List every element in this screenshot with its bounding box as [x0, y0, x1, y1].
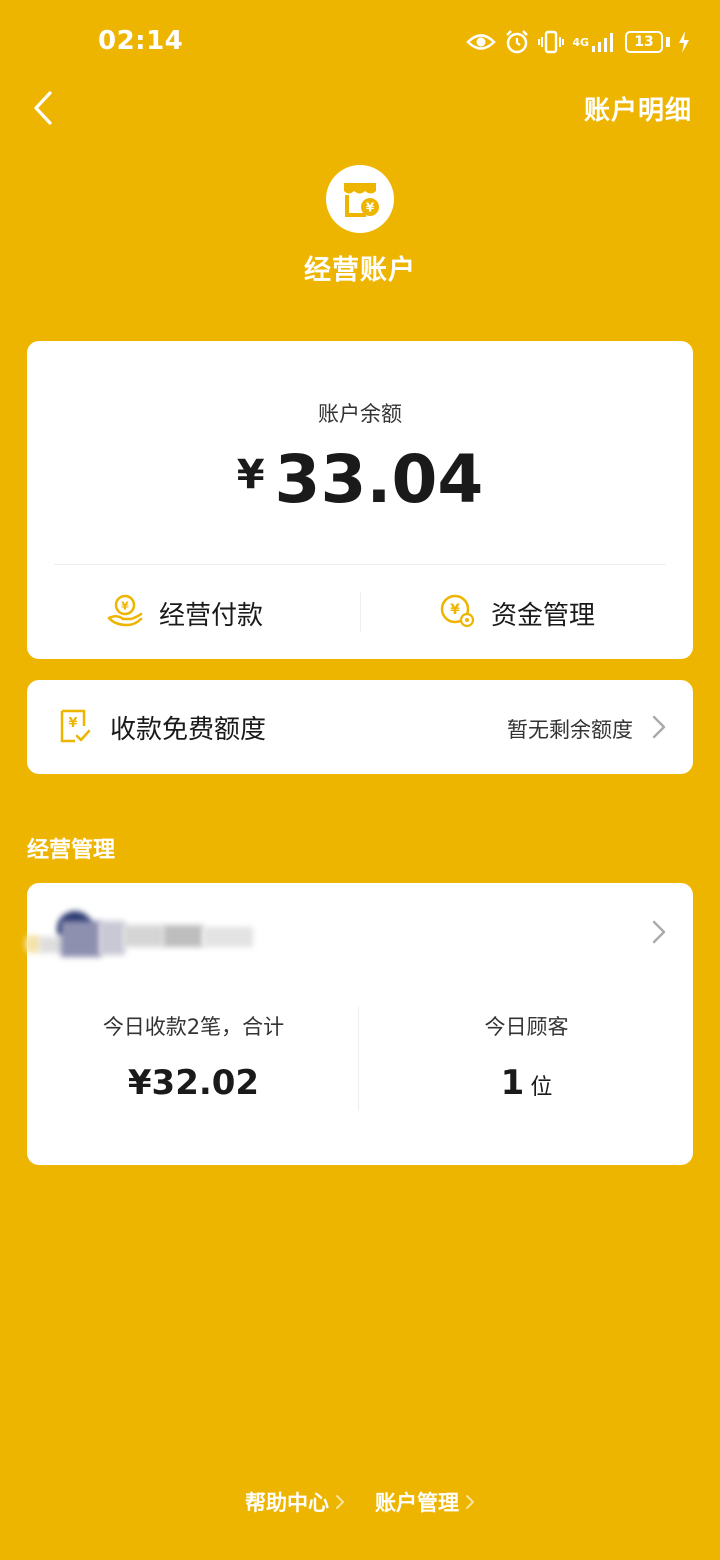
receipt-check-icon: ¥	[59, 708, 91, 748]
vibrate-icon	[538, 30, 565, 54]
business-payment-button[interactable]: ¥ 经营付款	[107, 591, 263, 635]
free-quota-row[interactable]: ¥ 收款免费额度 暂无剩余额度	[27, 680, 693, 774]
svg-text:¥: ¥	[121, 599, 129, 612]
section-title: 经营管理	[27, 838, 116, 863]
today-customers-unit: 位	[530, 1075, 553, 1100]
footer-links: 帮助中心 账户管理	[0, 1487, 720, 1517]
chevron-right-icon	[651, 919, 667, 949]
battery-icon: 13	[625, 31, 670, 53]
divider	[360, 592, 361, 632]
free-quota-status: 暂无剩余额度	[507, 718, 633, 742]
status-icons: 4G 13	[466, 26, 690, 58]
today-payments-stat: 今日收款2笔，合计 ¥32.02	[27, 1011, 360, 1103]
signal-icon: 4G	[572, 31, 617, 53]
store-info-blurred	[25, 905, 287, 963]
today-customers-stat: 今日顾客 1位	[360, 1011, 693, 1103]
chevron-right-icon	[336, 1495, 345, 1509]
balance-amount: ¥33.04	[27, 441, 693, 518]
chevron-right-icon	[466, 1495, 475, 1509]
help-center-label: 帮助中心	[245, 1491, 329, 1515]
svg-text:¥: ¥	[68, 716, 77, 731]
status-time: 02:14	[98, 26, 184, 56]
shop-wallet-icon: ¥	[326, 165, 394, 233]
divider	[358, 1007, 359, 1111]
charging-icon	[678, 31, 690, 53]
alarm-icon	[504, 29, 530, 55]
chevron-right-icon	[651, 714, 667, 744]
coin-gear-icon: ¥	[439, 592, 475, 635]
hand-coin-icon: ¥	[107, 592, 143, 635]
svg-text:¥: ¥	[366, 201, 375, 215]
today-payments-label: 今日收款2笔，合计	[102, 1015, 285, 1039]
balance-card: 账户余额 ¥33.04 ¥ 经营付款 ¥ 资金管理	[27, 341, 693, 659]
today-payments-amount: ¥32.02	[127, 1063, 260, 1103]
store-management-card[interactable]: 今日收款2笔，合计 ¥32.02 今日顾客 1位	[25, 883, 693, 1165]
account-management-label: 账户管理	[375, 1491, 459, 1515]
balance-label: 账户余额	[318, 402, 402, 426]
divider	[54, 564, 666, 565]
account-management-link[interactable]: 账户管理	[375, 1487, 475, 1517]
free-quota-title: 收款免费额度	[110, 715, 267, 745]
today-customers-value: 1位	[360, 1063, 693, 1103]
fund-management-label: 资金管理	[491, 600, 596, 631]
back-button[interactable]	[26, 88, 66, 128]
svg-text:¥: ¥	[450, 602, 460, 618]
currency-symbol: ¥	[236, 452, 265, 498]
page-title: 经营账户	[304, 255, 416, 286]
eye-icon	[466, 31, 497, 53]
balance-value: 33.04	[274, 441, 484, 518]
status-bar: 02:14 4G 13	[0, 0, 720, 84]
business-payment-label: 经营付款	[159, 600, 264, 631]
account-details-link[interactable]: 账户明细	[584, 90, 692, 127]
today-customers-count: 1	[500, 1063, 525, 1103]
fund-management-button[interactable]: ¥ 资金管理	[439, 591, 595, 635]
chevron-left-icon	[34, 91, 52, 125]
help-center-link[interactable]: 帮助中心	[245, 1487, 345, 1517]
today-customers-label: 今日顾客	[484, 1015, 569, 1039]
